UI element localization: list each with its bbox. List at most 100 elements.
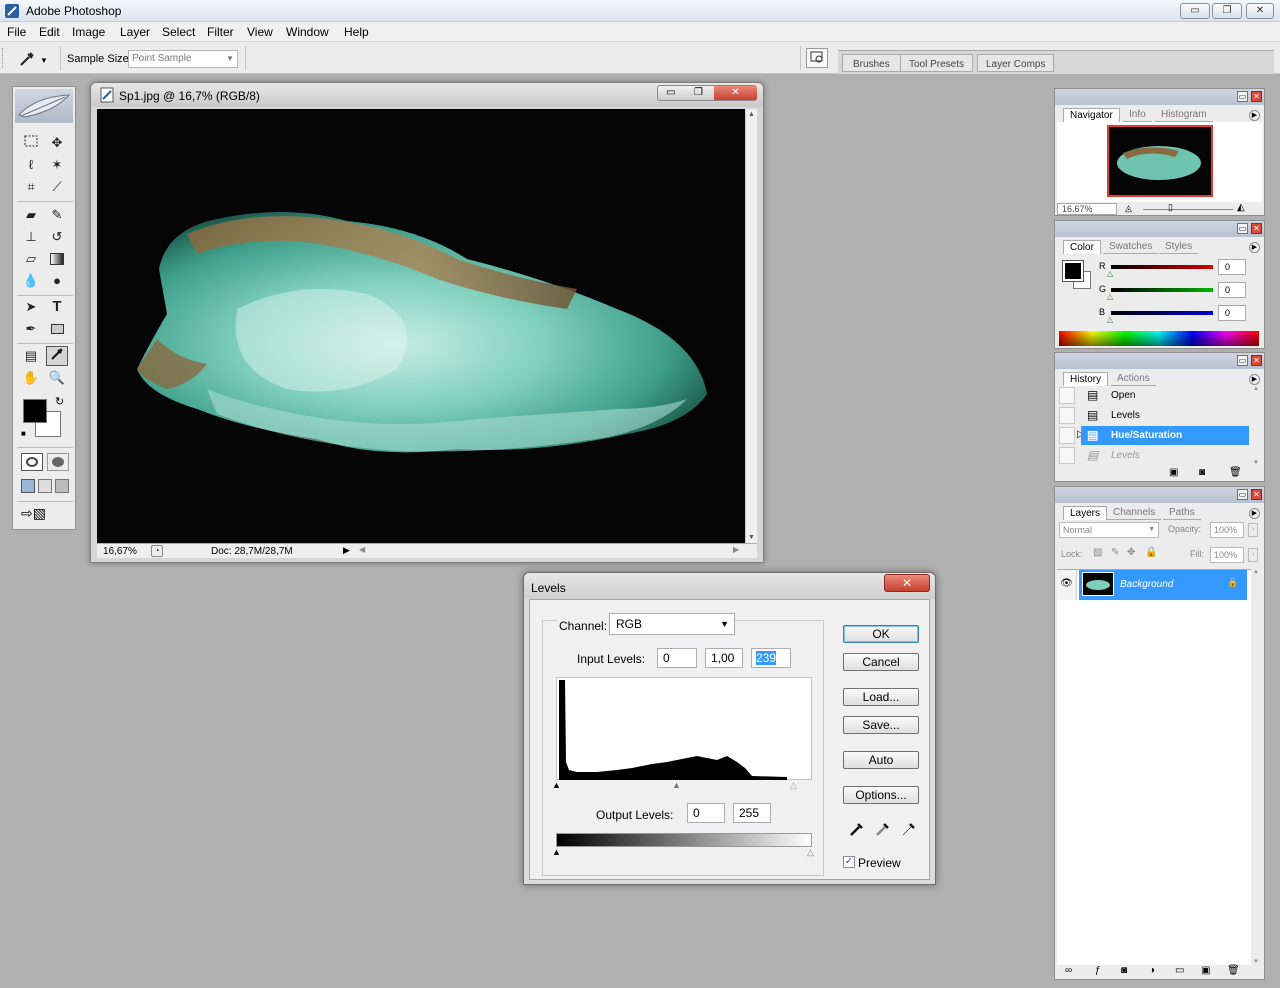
blur-tool[interactable]: 💧 <box>20 271 42 291</box>
tab-color[interactable]: Color <box>1063 240 1101 254</box>
zoom-tool[interactable]: 🔍 <box>46 368 68 388</box>
palette-well-tab-layer-comps[interactable]: Layer Comps <box>977 54 1055 72</box>
panel-menu-icon[interactable]: ▶ <box>1249 110 1260 121</box>
panel-minimize-button[interactable]: ▭ <box>1237 355 1248 366</box>
lock-position-icon[interactable]: ✥ <box>1127 547 1135 558</box>
opacity-slider-toggle[interactable]: › <box>1248 523 1258 537</box>
clone-stamp-tool[interactable]: ⊥ <box>20 227 42 247</box>
ok-button[interactable]: OK <box>843 625 919 643</box>
new-group-icon[interactable]: ▭ <box>1175 965 1184 976</box>
palette-well-tab-tool-presets[interactable]: Tool Presets <box>900 54 974 72</box>
tab-channels[interactable]: Channels <box>1107 506 1162 520</box>
navigator-preview-area[interactable] <box>1057 122 1262 202</box>
layer-style-icon[interactable]: ƒ <box>1095 965 1101 976</box>
tab-histogram[interactable]: Histogram <box>1155 108 1213 122</box>
document-title-bar[interactable]: Sp1.jpg @ 16,7% (RGB/8) ▭ ❐ ✕ <box>91 83 763 107</box>
scroll-down-arrow-icon[interactable]: ▼ <box>748 534 755 541</box>
output-white-field[interactable]: 255 <box>733 803 771 823</box>
output-levels-slider[interactable]: ▲ △ <box>552 847 814 857</box>
scroll-right-arrow-icon[interactable]: ▶ <box>733 545 739 554</box>
panel-minimize-button[interactable]: ▭ <box>1237 489 1248 500</box>
new-snapshot-icon[interactable]: ◙ <box>1199 467 1205 478</box>
menu-help[interactable]: Help <box>344 25 369 39</box>
input-levels-slider[interactable]: ▲ ▲ △ <box>552 780 812 791</box>
tab-history[interactable]: History <box>1063 372 1109 386</box>
fill-field[interactable]: 100% <box>1210 547 1244 563</box>
panel-close-button[interactable]: ✕ <box>1251 223 1262 234</box>
history-panel-header[interactable]: ▭ ✕ <box>1055 353 1264 369</box>
blue-slider-handle[interactable]: △ <box>1107 315 1113 324</box>
black-point-eyedropper-icon[interactable] <box>848 820 864 838</box>
menu-image[interactable]: Image <box>72 25 105 39</box>
type-tool[interactable]: T <box>46 297 68 317</box>
scroll-left-arrow-icon[interactable]: ◀ <box>359 545 365 554</box>
lock-all-icon[interactable]: 🔒 <box>1145 547 1157 558</box>
panel-menu-icon[interactable]: ▶ <box>1249 508 1260 519</box>
layer-visibility-toggle[interactable]: 👁 <box>1057 570 1077 600</box>
move-tool[interactable]: ✥ <box>46 133 68 153</box>
input-gamma-slider-handle[interactable]: ▲ <box>672 780 681 790</box>
load-button[interactable]: Load... <box>843 688 919 706</box>
eyedropper-tool[interactable] <box>46 346 68 366</box>
menu-filter[interactable]: Filter <box>207 25 234 39</box>
history-snapshot-checkbox[interactable] <box>1059 427 1075 444</box>
menu-window[interactable]: Window <box>286 25 329 39</box>
red-value-field[interactable]: 0 <box>1218 259 1246 275</box>
navigator-zoom-slider[interactable] <box>1143 209 1233 210</box>
document-maximize-button[interactable]: ❐ <box>694 87 703 98</box>
tab-actions[interactable]: Actions <box>1111 372 1156 386</box>
red-channel-slider[interactable] <box>1111 265 1213 269</box>
notes-tool[interactable]: ▤ <box>20 346 42 366</box>
trash-icon[interactable]: 🗑 <box>1229 467 1242 478</box>
document-minimize-button[interactable]: ▭ <box>666 87 675 98</box>
brush-tool[interactable]: ✎ <box>46 205 68 225</box>
preview-checkbox[interactable]: ✓ <box>843 856 855 868</box>
green-value-field[interactable]: 0 <box>1218 282 1246 298</box>
foreground-color-swatch[interactable] <box>23 399 47 423</box>
input-black-slider-handle[interactable]: ▲ <box>552 780 561 790</box>
blend-mode-select[interactable]: Normal ▼ <box>1059 522 1159 538</box>
swap-colors-icon[interactable]: ↻ <box>55 395 64 408</box>
eraser-tool[interactable]: ▱ <box>20 249 42 269</box>
tab-info[interactable]: Info <box>1123 108 1152 122</box>
input-gamma-field[interactable]: 1,00 <box>705 648 743 668</box>
screen-mode-full-button[interactable] <box>55 479 69 493</box>
history-snapshot-checkbox[interactable] <box>1059 387 1075 404</box>
hand-tool[interactable]: ✋ <box>20 368 42 388</box>
save-button[interactable]: Save... <box>843 716 919 734</box>
input-white-slider-handle[interactable]: △ <box>790 780 797 791</box>
navigator-panel-header[interactable]: ▭ ✕ <box>1055 89 1264 105</box>
file-browser-button[interactable] <box>806 48 828 68</box>
document-vertical-scrollbar[interactable]: ▲ ▼ <box>745 109 757 543</box>
auto-button[interactable]: Auto <box>843 751 919 769</box>
white-point-eyedropper-icon[interactable] <box>900 820 916 838</box>
green-channel-slider[interactable] <box>1111 288 1213 292</box>
palette-well-tab-brushes[interactable]: Brushes <box>842 54 901 72</box>
menu-view[interactable]: View <box>247 25 273 39</box>
new-document-from-state-icon[interactable]: ▣ <box>1169 467 1178 478</box>
scroll-down-arrow-icon[interactable]: ▼ <box>1253 460 1259 466</box>
jump-to-imageready-button[interactable]: ⇨▧ <box>21 505 69 525</box>
fill-slider-toggle[interactable]: › <box>1248 548 1258 562</box>
gray-point-eyedropper-icon[interactable] <box>874 820 890 838</box>
history-snapshot-checkbox[interactable] <box>1059 407 1075 424</box>
history-scrollbar[interactable]: ▲ ▼ <box>1253 386 1262 466</box>
path-selection-tool[interactable]: ➤ <box>20 297 42 317</box>
standard-mode-button[interactable] <box>21 453 43 471</box>
layer-mask-icon[interactable]: ◙ <box>1121 965 1127 976</box>
green-slider-handle[interactable]: △ <box>1107 292 1113 301</box>
channel-select[interactable]: RGB ▼ <box>609 613 735 635</box>
healing-brush-tool[interactable]: ▰ <box>20 205 42 225</box>
menu-file[interactable]: File <box>7 25 26 39</box>
navigator-view-box[interactable] <box>1107 125 1213 197</box>
shape-tool[interactable] <box>46 319 68 339</box>
toolbox-header[interactable] <box>15 89 73 123</box>
panel-minimize-button[interactable]: ▭ <box>1237 91 1248 102</box>
lock-pixels-icon[interactable]: ✎ <box>1111 547 1119 558</box>
sample-size-select[interactable]: Point Sample ▼ <box>128 50 238 68</box>
menu-edit[interactable]: Edit <box>39 25 60 39</box>
input-white-field[interactable]: 239 <box>751 648 791 668</box>
tab-navigator[interactable]: Navigator <box>1063 108 1120 122</box>
pen-tool[interactable]: ✒ <box>20 319 42 339</box>
tab-swatches[interactable]: Swatches <box>1103 240 1159 254</box>
